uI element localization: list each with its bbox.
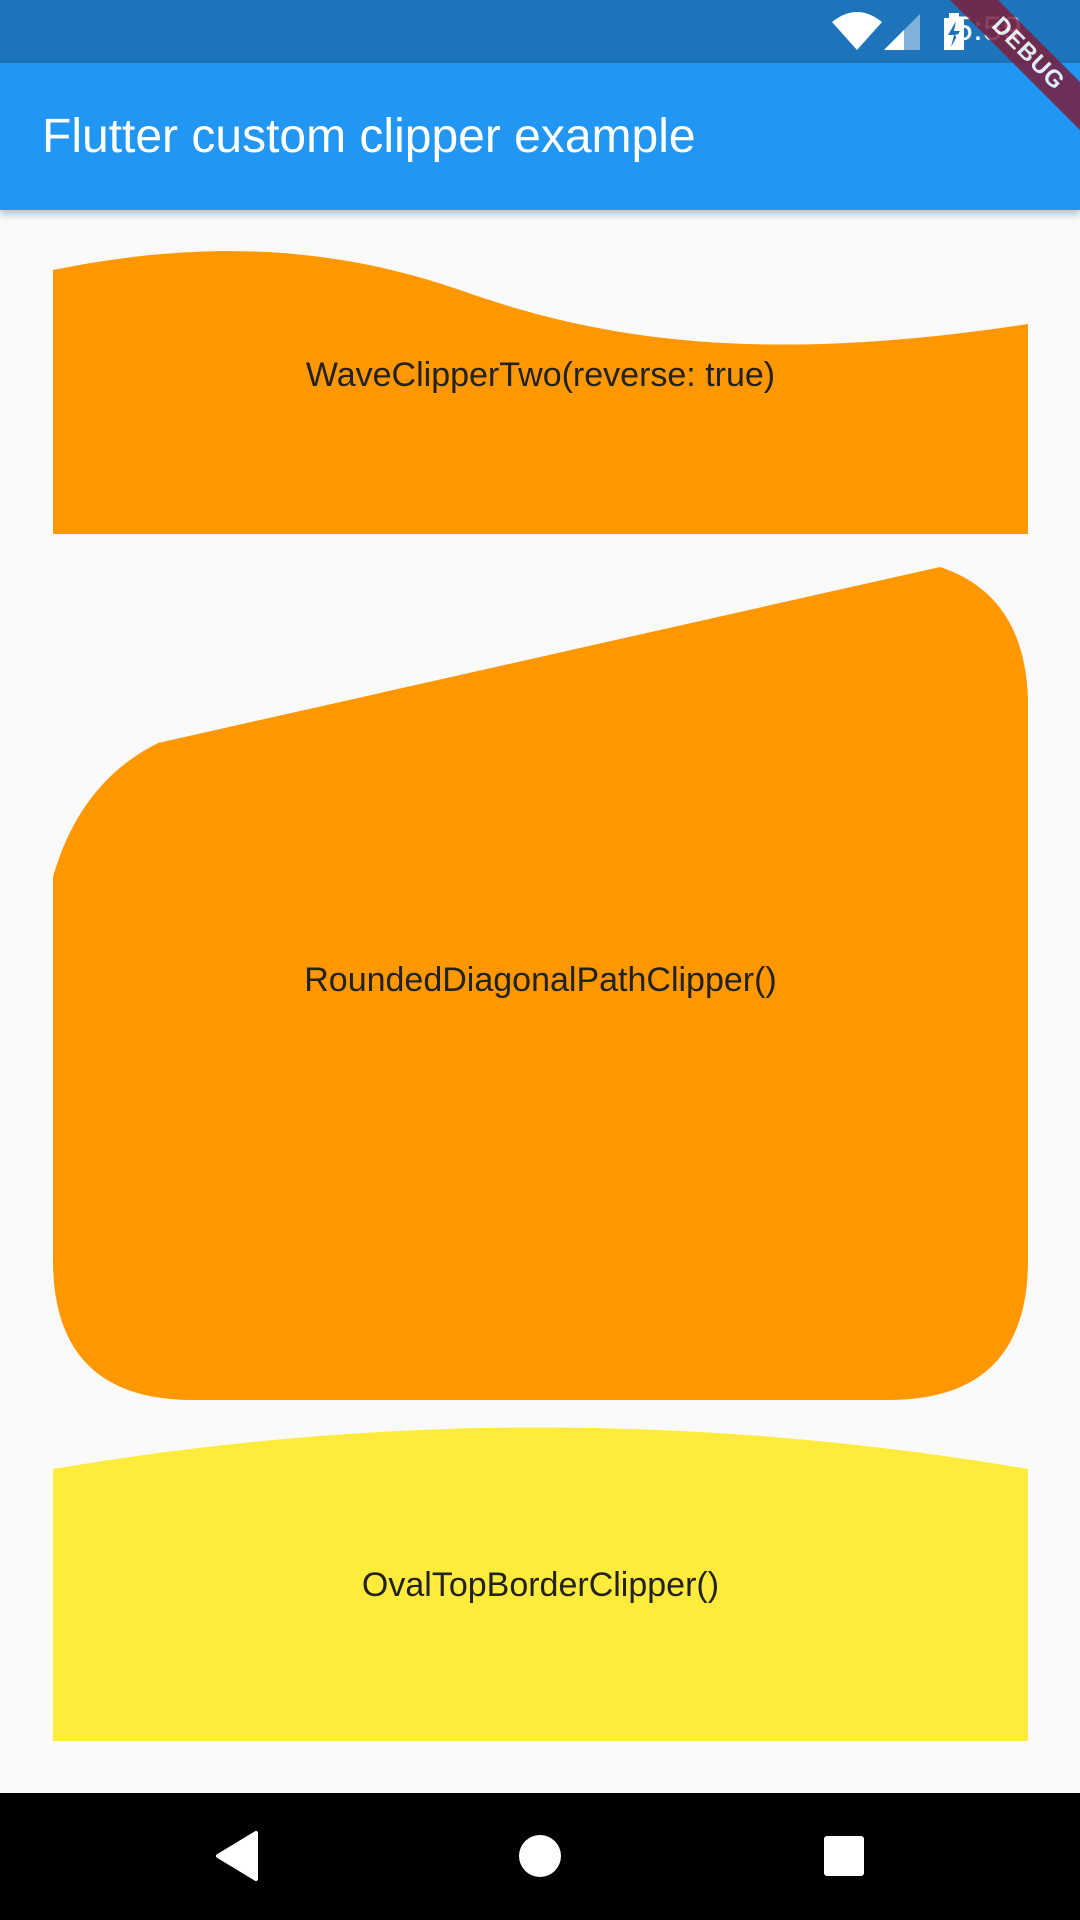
back-button[interactable] xyxy=(166,1793,306,1920)
app-title: Flutter custom clipper example xyxy=(42,110,696,163)
clipper-canvas xyxy=(53,251,1028,1741)
recents-icon xyxy=(824,1836,864,1876)
recents-button[interactable] xyxy=(774,1793,914,1920)
home-button[interactable] xyxy=(470,1793,610,1920)
wave-clipper-label: WaveClipperTwo(reverse: true) xyxy=(305,356,776,394)
back-icon xyxy=(216,1831,258,1881)
rounded-diagonal-label: RoundedDiagonalPathClipper() xyxy=(304,961,777,999)
home-icon xyxy=(519,1835,561,1877)
app-bar: Flutter custom clipper example xyxy=(0,63,1080,210)
oval-top-label: OvalTopBorderClipper() xyxy=(361,1566,720,1604)
app-screen: 5:59 Flutter custom clipper example DEBU… xyxy=(0,0,1080,1920)
navigation-bar xyxy=(0,1793,1080,1920)
